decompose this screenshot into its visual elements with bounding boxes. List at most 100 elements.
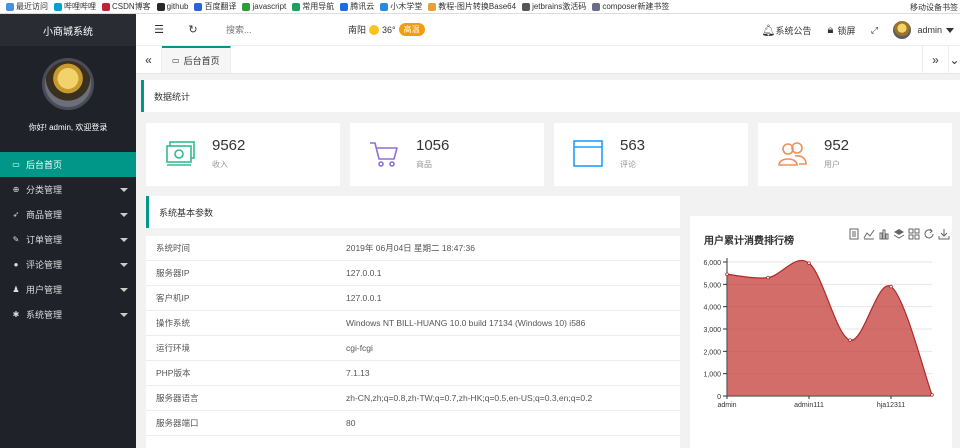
- stat-card-comments[interactable]: 563 评论: [554, 123, 748, 186]
- notice-button[interactable]: 🔔︎ 系统公告: [761, 23, 811, 37]
- bookmark-item[interactable]: jetbrains激活码: [522, 1, 586, 12]
- data-point: [848, 338, 852, 342]
- bookmark-icon: [428, 2, 437, 11]
- bookmark-item[interactable]: 腾讯云: [340, 1, 374, 12]
- sidebar-item-label: 系统管理: [26, 310, 63, 320]
- avatar: [893, 21, 912, 39]
- table-row: 操作系统 Windows NT BILL-HUANG 10.0 build 171…: [146, 311, 680, 336]
- monitor-icon: ▭: [172, 56, 180, 65]
- bookmark-icon: [54, 2, 62, 11]
- sidebar-item[interactable]: ✱ 系统管理: [0, 302, 136, 327]
- tabs-scroll-left-icon[interactable]: «: [136, 46, 162, 73]
- bookmark-icon: [194, 2, 203, 11]
- weather-city: 南阳: [348, 25, 367, 35]
- sidebar-item[interactable]: ➶ 商品管理: [0, 202, 136, 227]
- table-row: 客户机IP 127.0.0.1: [146, 286, 680, 311]
- weather-temp: 36°: [382, 24, 396, 35]
- chart: 0 1,000 2,000 3,000 4,000 5,000 6,000 admin admi…: [703, 258, 934, 409]
- menu-toggle-icon[interactable]: ☰: [152, 23, 166, 37]
- param-key: 服务器语言: [156, 393, 199, 403]
- bookmark-item[interactable]: 小木学堂: [380, 1, 422, 12]
- fullscreen-button[interactable]: ⤢: [867, 23, 881, 37]
- data-point: [725, 272, 729, 277]
- bookmark-item[interactable]: javascript: [242, 2, 286, 11]
- bookmark-label: 最近访问: [16, 2, 48, 11]
- tab-home[interactable]: ▭ 后台首页: [162, 46, 231, 73]
- bookmark-item[interactable]: composer新建书签: [592, 1, 669, 12]
- area-series: [727, 260, 932, 396]
- app-title: 小商城系统: [0, 14, 136, 46]
- card-label: 商品: [416, 160, 432, 169]
- users-icon: [778, 142, 807, 166]
- chevron-down-icon: [946, 27, 954, 33]
- bookmark-label: 哔哩哔哩: [64, 2, 96, 11]
- bookmarks-bar: 最近访问 哔哩哔哩 CSDN博客 github 百度翻译 javascript 常用导航 腾讯…: [0, 0, 960, 14]
- data-point: [807, 261, 811, 265]
- bookmark-icon: [292, 2, 301, 11]
- sidebar-item[interactable]: ⊕ 分类管理: [0, 177, 136, 202]
- bookmark-label: github: [166, 2, 189, 11]
- y-tick-label: 1,000: [703, 372, 721, 379]
- sidebar-item-label: 商品管理: [26, 210, 63, 220]
- stat-card-products[interactable]: 1056 商品: [350, 123, 544, 186]
- send-icon: ➶: [12, 210, 20, 219]
- param-value: 127.0.0.1: [346, 293, 382, 303]
- stat-card-income[interactable]: 9562 收入: [146, 123, 340, 186]
- bookmark-label: 常用导航: [302, 2, 335, 11]
- bookmark-icon: [102, 2, 110, 11]
- user-menu[interactable]: admin: [893, 21, 958, 39]
- x-tick-label: admin: [717, 402, 736, 409]
- x-tick-label: admin111: [794, 402, 824, 409]
- sidebar-item[interactable]: ▭ 后台首页: [0, 152, 136, 177]
- card-label: 评论: [620, 160, 636, 169]
- monitor-icon: ▭: [12, 160, 20, 169]
- mobile-bookmarks[interactable]: 移动设备书签: [906, 0, 958, 13]
- bookmark-item[interactable]: 哔哩哔哩: [54, 1, 96, 12]
- param-key: PHP版本: [156, 368, 191, 378]
- sidebar-item[interactable]: ✎ 订单管理: [0, 227, 136, 252]
- search-input[interactable]: [226, 24, 316, 35]
- sidebar-item[interactable]: ● 评论管理: [0, 252, 136, 277]
- header-right: 🔔︎ 系统公告 🔒︎ 锁屏 ⤢ admin: [761, 14, 960, 46]
- bookmark-icon: [592, 2, 601, 11]
- sidebar-menu: ▭ 后台首页 ⊕ 分类管理 ➶ 商品管理 ✎ 订单管理 ● 评论管理 ♟ 用户管理 ✱ 系统管理: [0, 152, 136, 327]
- param-value: 127.0.0.1: [346, 268, 382, 278]
- refresh-icon[interactable]: ↻: [186, 23, 200, 37]
- table-row: PHP版本 7.1.13: [146, 361, 680, 386]
- card-value: 9562: [212, 137, 246, 154]
- sidebar-item[interactable]: ♟ 用户管理: [0, 277, 136, 302]
- sidebar-item-label: 用户管理: [26, 285, 63, 295]
- bookmark-item[interactable]: 常用导航: [292, 1, 334, 12]
- browser-icon: [573, 140, 603, 167]
- card-label: 收入: [212, 160, 228, 169]
- param-value: zh-CN,zh;q=0.8,zh-TW;q=0.7,zh-HK;q=0.5,e…: [346, 393, 593, 403]
- tabs-scroll-right-icon[interactable]: »: [922, 46, 948, 74]
- sidebar-item-label: 订单管理: [26, 235, 63, 245]
- edit-icon: ✎: [12, 235, 20, 244]
- bookmark-item[interactable]: 百度翻译: [194, 1, 236, 12]
- bookmark-item[interactable]: CSDN博客: [102, 1, 151, 12]
- card-value: 563: [620, 137, 646, 154]
- caret-down-icon: [120, 188, 128, 192]
- chevron-down-icon[interactable]: ⌄: [948, 46, 960, 74]
- stats-title: 数据统计: [154, 91, 191, 102]
- bookmark-item[interactable]: github: [156, 2, 189, 11]
- sun-icon: [369, 24, 380, 35]
- profile-panel: 你好! admin, 欢迎登录: [0, 46, 136, 152]
- y-tick-label: 0: [717, 394, 721, 401]
- param-value: Windows NT BILL-HUANG 10.0 build 17134 (…: [346, 318, 586, 328]
- sidebar-item-label: 分类管理: [26, 185, 63, 195]
- bookmark-item[interactable]: 教程-图片转换Base64: [428, 1, 516, 12]
- bookmark-item[interactable]: 最近访问: [6, 1, 48, 12]
- bookmark-label: 百度翻译: [204, 2, 237, 11]
- caret-down-icon: [120, 238, 128, 242]
- notice-label: 系统公告: [775, 25, 812, 36]
- bookmark-icon: [6, 2, 14, 11]
- avatar[interactable]: [42, 58, 94, 110]
- lock-button[interactable]: 🔒︎ 锁屏: [823, 23, 856, 37]
- bookmark-icon: [242, 2, 251, 11]
- stat-card-users[interactable]: 952 用户: [758, 123, 952, 186]
- param-key: 客户机IP: [156, 293, 190, 303]
- bookmark-label: jetbrains激活码: [532, 2, 587, 11]
- comment-icon: ●: [13, 260, 19, 269]
